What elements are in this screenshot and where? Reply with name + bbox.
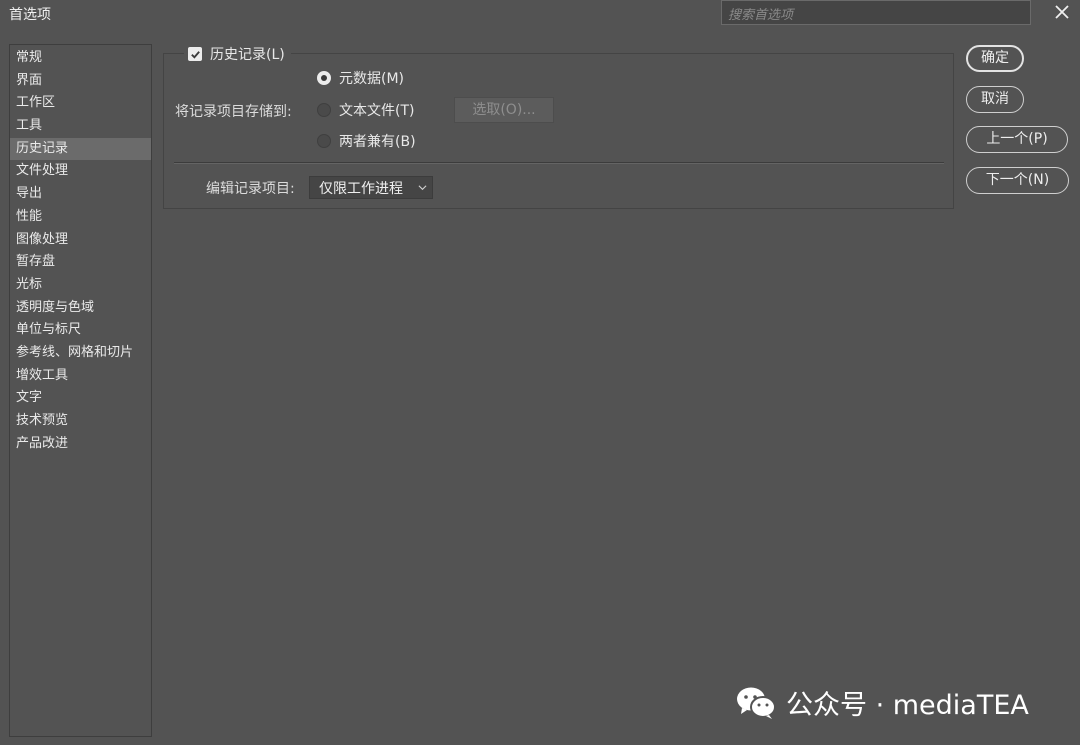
radio-metadata[interactable]: 元数据(M): [317, 68, 404, 88]
checkmark-icon: [190, 50, 200, 59]
cancel-button[interactable]: 取消: [966, 86, 1024, 113]
store-location-label: 将记录项目存储到:: [175, 104, 292, 120]
previous-button[interactable]: 上一个(P): [966, 126, 1068, 153]
radio-button-selected[interactable]: [317, 71, 331, 85]
history-toggle[interactable]: 历史记录(L): [184, 43, 291, 65]
edit-log-items-select[interactable]: 仅限工作进程: [309, 176, 433, 199]
radio-text-file-label: 文本文件(T): [339, 103, 415, 119]
title-bar: 首选项 搜索首选项: [0, 0, 1080, 27]
sidebar-item-cursors[interactable]: 光标: [10, 274, 151, 297]
sidebar-item-transparency-gamut[interactable]: 透明度与色域: [10, 297, 151, 320]
edit-log-items-label: 编辑记录项目:: [206, 181, 295, 197]
sidebar-item-plugins[interactable]: 增效工具: [10, 365, 151, 388]
choose-button[interactable]: 选取(O)...: [454, 97, 554, 123]
next-button[interactable]: 下一个(N): [966, 167, 1069, 194]
sidebar-item-guides-grid-slices[interactable]: 参考线、网格和切片: [10, 342, 151, 365]
radio-text-file[interactable]: 文本文件(T): [317, 100, 414, 120]
sidebar-item-file-handling[interactable]: 文件处理: [10, 160, 151, 183]
radio-button[interactable]: [317, 103, 331, 117]
sidebar-item-workspace[interactable]: 工作区: [10, 92, 151, 115]
ok-button[interactable]: 确定: [966, 45, 1024, 72]
history-checkbox-label: 历史记录(L): [210, 47, 285, 63]
wechat-icon: [737, 687, 776, 719]
sidebar-item-scratch-disks[interactable]: 暂存盘: [10, 251, 151, 274]
window-title: 首选项: [9, 7, 51, 23]
history-checkbox[interactable]: [188, 47, 202, 61]
watermark-text: 公众号 · mediaTEA: [786, 690, 1029, 721]
close-button[interactable]: [1050, 0, 1074, 24]
radio-both-label: 两者兼有(B): [339, 134, 416, 150]
sidebar-item-image-processing[interactable]: 图像处理: [10, 229, 151, 252]
sidebar-item-type[interactable]: 文字: [10, 387, 151, 410]
radio-both[interactable]: 两者兼有(B): [317, 131, 416, 151]
watermark: 公众号 · mediaTEA: [736, 683, 1029, 722]
radio-metadata-label: 元数据(M): [339, 71, 405, 87]
preferences-sidebar: 常规 界面 工作区 工具 历史记录 文件处理 导出 性能 图像处理 暂存盘 光标…: [9, 44, 152, 737]
close-icon: [1055, 5, 1069, 19]
chevron-down-icon: [418, 185, 427, 191]
edit-log-items-value: 仅限工作进程: [319, 181, 403, 197]
sidebar-item-performance[interactable]: 性能: [10, 206, 151, 229]
sidebar-item-tools[interactable]: 工具: [10, 115, 151, 138]
sidebar-item-product-improvement[interactable]: 产品改进: [10, 433, 151, 456]
radio-button[interactable]: [317, 134, 331, 148]
search-input[interactable]: 搜索首选项: [721, 0, 1031, 25]
sidebar-item-export[interactable]: 导出: [10, 183, 151, 206]
section-divider: [174, 162, 944, 164]
sidebar-item-units-rulers[interactable]: 单位与标尺: [10, 319, 151, 342]
sidebar-item-general[interactable]: 常规: [10, 47, 151, 70]
sidebar-item-history[interactable]: 历史记录: [10, 137, 151, 161]
sidebar-item-technology-previews[interactable]: 技术预览: [10, 410, 151, 433]
sidebar-item-interface[interactable]: 界面: [10, 70, 151, 93]
